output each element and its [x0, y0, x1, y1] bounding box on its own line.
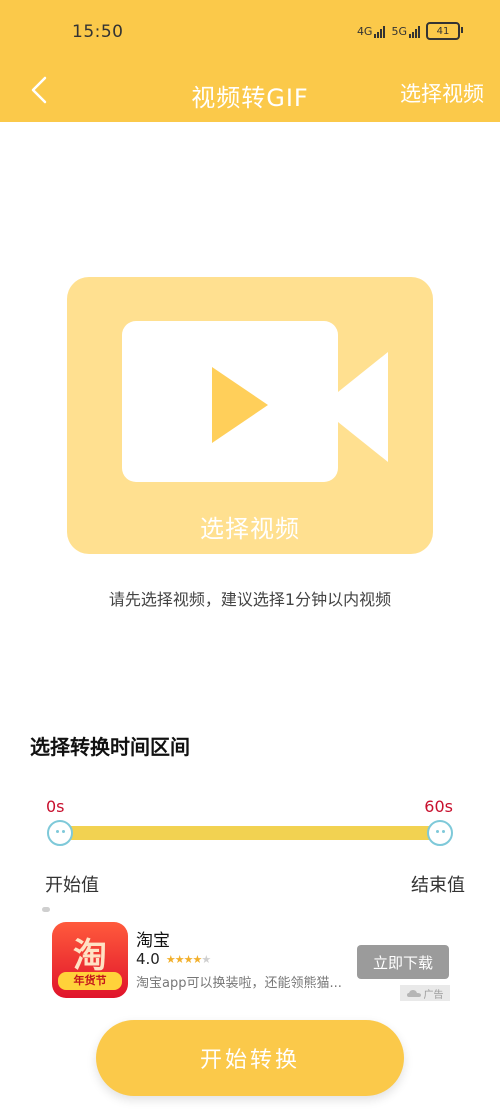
- ad-app-name: 淘宝: [136, 931, 170, 951]
- play-icon: [212, 367, 268, 443]
- status-icons: 4G 5G 41: [357, 22, 463, 40]
- ad-cloud-icon: [406, 990, 421, 997]
- battery-level: 41: [436, 25, 450, 37]
- signal-5g-label: 5G: [391, 24, 407, 38]
- range-min-label: 0s: [46, 797, 65, 816]
- ad-tag: 广告: [400, 985, 450, 1001]
- indicator-dot: [42, 907, 50, 912]
- start-convert-button[interactable]: 开始转换: [96, 1020, 404, 1096]
- signal-4g-icon: 4G: [357, 25, 386, 38]
- ad-download-button[interactable]: 立即下载: [357, 945, 449, 979]
- battery-icon: 41: [426, 22, 463, 40]
- ad-description: 淘宝app可以换装啦，还能领熊猫...: [136, 976, 342, 991]
- taobao-app-icon: 淘 年货节: [52, 922, 128, 998]
- range-start-handle[interactable]: [47, 820, 73, 846]
- select-video-card[interactable]: 选择视频: [67, 277, 433, 554]
- rating-stars-icon: ★★★★★: [165, 952, 211, 966]
- ad-rating-value: 4.0: [136, 950, 160, 968]
- select-video-link[interactable]: 选择视频: [400, 78, 484, 108]
- camera-lens-icon: [338, 352, 388, 462]
- status-time: 15:50: [72, 22, 124, 42]
- hint-text: 请先选择视频，建议选择1分钟以内视频: [108, 590, 392, 609]
- range-section-title: 选择转换时间区间: [30, 735, 190, 759]
- range-max-label: 60s: [424, 797, 453, 816]
- ad-tag-label: 广告: [423, 989, 444, 1001]
- signal-4g-label: 4G: [356, 24, 373, 38]
- end-value-label: 结束值: [411, 875, 465, 896]
- range-end-handle[interactable]: [427, 820, 453, 846]
- time-range-track[interactable]: [60, 826, 440, 840]
- signal-5g-icon: 5G: [391, 25, 420, 38]
- ad-rating: 4.0 ★★★★★: [136, 950, 211, 968]
- app-icon-sub: 年货节: [58, 972, 122, 990]
- header: 15:50 4G 5G 41 视频转GIF 选择视频: [0, 0, 500, 122]
- app-icon-glyph: 淘: [73, 936, 107, 976]
- select-video-card-label: 选择视频: [200, 515, 300, 543]
- ad-banner[interactable]: 淘 年货节 淘宝 4.0 ★★★★★ 淘宝app可以换装啦，还能领熊猫... 立…: [50, 920, 450, 1010]
- start-value-label: 开始值: [45, 875, 99, 896]
